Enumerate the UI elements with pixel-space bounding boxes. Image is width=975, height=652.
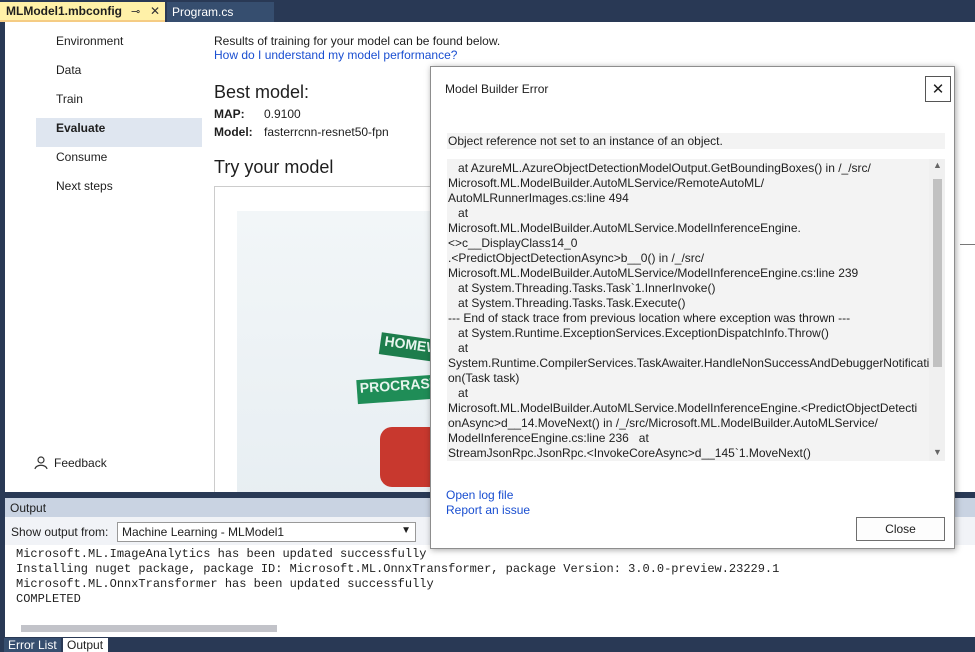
horizontal-scrollbar[interactable] [21, 625, 277, 632]
tab-output[interactable]: Output [63, 638, 108, 652]
nav-item-next-steps[interactable]: Next steps [36, 176, 202, 205]
stack-trace-box[interactable]: at AzureML.AzureObjectDetectionModelOutp… [447, 159, 945, 461]
nav-item-data[interactable]: Data [36, 60, 202, 89]
open-log-file-link[interactable]: Open log file [446, 488, 513, 502]
report-issue-link[interactable]: Report an issue [446, 503, 530, 517]
output-source-value: Machine Learning - MLModel1 [122, 525, 285, 539]
error-message: Object reference not set to an instance … [447, 133, 945, 149]
show-output-label: Show output from: [11, 525, 109, 539]
feedback-label: Feedback [54, 456, 107, 470]
vertical-scrollbar[interactable]: ▲ ▼ [929, 159, 945, 461]
tab-mlmodel1[interactable]: MLModel1.mbconfig ⊸ ✕ [0, 2, 165, 22]
model-value: fasterrcnn-resnet50-fpn [264, 125, 389, 139]
nav-item-consume[interactable]: Consume [36, 147, 202, 176]
output-line: Microsoft.ML.ImageAnalytics has been upd… [16, 547, 427, 561]
test-image-frame[interactable]: HOMEWO PROCRASTIN [214, 186, 444, 492]
step-nav: Environment Data Train Evaluate Consume … [36, 31, 202, 205]
scroll-thumb[interactable] [933, 179, 942, 367]
nav-item-environment[interactable]: Environment [36, 31, 202, 60]
nav-item-train[interactable]: Train [36, 89, 202, 118]
map-label: MAP: [214, 107, 245, 121]
stack-trace-text: at AzureML.AzureObjectDetectionModelOutp… [448, 161, 930, 460]
divider [960, 244, 975, 245]
dialog-title: Model Builder Error [445, 82, 549, 96]
output-line: COMPLETED [16, 592, 81, 606]
model-builder-error-dialog: Model Builder Error ✕ Object reference n… [430, 66, 955, 549]
close-tab-icon[interactable]: ✕ [150, 4, 160, 18]
output-line: Installing nuget package, package ID: Mi… [16, 562, 780, 576]
close-button-label: Close [885, 522, 916, 536]
feedback-link[interactable]: Feedback [34, 456, 107, 470]
scroll-up-icon[interactable]: ▲ [933, 160, 942, 170]
tab-program-cs[interactable]: Program.cs [167, 2, 274, 22]
document-tabstrip: MLModel1.mbconfig ⊸ ✕ Program.cs [0, 0, 975, 22]
output-source-select[interactable]: Machine Learning - MLModel1 ▼ [117, 522, 416, 542]
close-icon[interactable]: ✕ [925, 76, 951, 102]
scroll-down-icon[interactable]: ▼ [933, 447, 942, 457]
tab-label: Program.cs [172, 5, 234, 19]
tab-label: MLModel1.mbconfig [6, 4, 122, 18]
output-line: Microsoft.ML.OnnxTransformer has been up… [16, 577, 434, 591]
intro-text: Results of training for your model can b… [214, 34, 501, 48]
tab-error-list[interactable]: Error List [4, 638, 61, 652]
output-log[interactable]: Microsoft.ML.ImageAnalytics has been upd… [5, 545, 975, 637]
chevron-down-icon: ▼ [401, 525, 411, 536]
bottom-tabstrip: Error List Output [0, 637, 975, 652]
model-label: Model: [214, 125, 253, 139]
close-button[interactable]: Close [856, 517, 945, 541]
pin-icon[interactable]: ⊸ [131, 5, 140, 18]
nav-item-evaluate[interactable]: Evaluate [36, 118, 202, 147]
help-link[interactable]: How do I understand my model performance… [214, 48, 974, 62]
output-title: Output [10, 501, 47, 515]
map-value: 0.9100 [264, 107, 301, 121]
feedback-icon [34, 456, 48, 470]
